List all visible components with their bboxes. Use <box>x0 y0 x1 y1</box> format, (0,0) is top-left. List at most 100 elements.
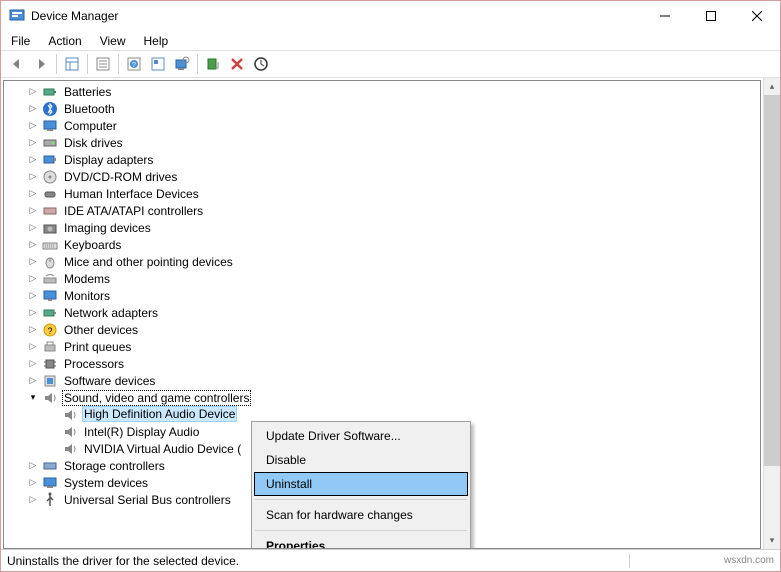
back-button[interactable] <box>5 52 29 76</box>
uninstall-button[interactable] <box>225 52 249 76</box>
expand-arrow-icon[interactable]: ▷ <box>26 221 40 235</box>
expand-arrow-icon[interactable]: ▷ <box>26 493 40 507</box>
tree-item-sound[interactable]: ▾Sound, video and game controllers <box>4 389 760 406</box>
tree-item-mice[interactable]: ▷Mice and other pointing devices <box>4 253 760 270</box>
tree-item-keyboards[interactable]: ▷Keyboards <box>4 236 760 253</box>
tree-item-disk-drives[interactable]: ▷Disk drives <box>4 134 760 151</box>
expand-arrow-icon[interactable]: ▷ <box>26 459 40 473</box>
menu-action[interactable]: Action <box>46 33 83 49</box>
toolbar-separator <box>56 54 57 74</box>
scroll-down-icon[interactable]: ▾ <box>764 532 780 549</box>
tree-item-ide[interactable]: ▷IDE ATA/ATAPI controllers <box>4 202 760 219</box>
collapse-arrow-icon[interactable]: ▾ <box>26 391 40 405</box>
menu-help[interactable]: Help <box>142 33 171 49</box>
tree-item-batteries[interactable]: ▷Batteries <box>4 83 760 100</box>
ctx-separator <box>255 530 467 531</box>
ctx-uninstall[interactable]: Uninstall <box>254 472 468 496</box>
ide-icon <box>42 203 58 219</box>
watermark: wsxdn.com <box>710 555 780 566</box>
system-icon <box>42 475 58 491</box>
spacer <box>46 408 60 422</box>
title-bar: Device Manager <box>1 1 780 31</box>
forward-button[interactable] <box>29 52 53 76</box>
maximize-button[interactable] <box>688 1 734 31</box>
expand-arrow-icon[interactable]: ▷ <box>26 289 40 303</box>
tree-item-dvd[interactable]: ▷DVD/CD-ROM drives <box>4 168 760 185</box>
spacer <box>46 425 60 439</box>
ctx-disable[interactable]: Disable <box>254 448 468 472</box>
menu-bar: File Action View Help <box>1 31 780 50</box>
expand-arrow-icon[interactable]: ▷ <box>26 357 40 371</box>
tree-item-processors[interactable]: ▷Processors <box>4 355 760 372</box>
expand-arrow-icon[interactable]: ▷ <box>26 85 40 99</box>
tree-item-hid[interactable]: ▷Human Interface Devices <box>4 185 760 202</box>
battery-icon <box>42 84 58 100</box>
expand-arrow-icon[interactable]: ▷ <box>26 204 40 218</box>
dvd-icon <box>42 169 58 185</box>
speaker-icon <box>62 424 78 440</box>
tree-item-other[interactable]: ▷?Other devices <box>4 321 760 338</box>
hid-icon <box>42 186 58 202</box>
svg-text:?: ? <box>47 326 52 336</box>
menu-view[interactable]: View <box>98 33 128 49</box>
expand-arrow-icon[interactable]: ▷ <box>26 476 40 490</box>
expand-arrow-icon[interactable]: ▷ <box>26 153 40 167</box>
tree-item-bluetooth[interactable]: ▷Bluetooth <box>4 100 760 117</box>
scroll-thumb[interactable] <box>764 95 780 466</box>
enable-button[interactable] <box>201 52 225 76</box>
spacer <box>46 442 60 456</box>
help-button[interactable]: ? <box>122 52 146 76</box>
expand-arrow-icon[interactable]: ▷ <box>26 255 40 269</box>
expand-arrow-icon[interactable]: ▷ <box>26 374 40 388</box>
tree-item-monitors[interactable]: ▷Monitors <box>4 287 760 304</box>
printer-icon <box>42 339 58 355</box>
scroll-track[interactable] <box>764 95 780 532</box>
expand-arrow-icon[interactable]: ▷ <box>26 136 40 150</box>
device-tree[interactable]: ▷Batteries ▷Bluetooth ▷Computer ▷Disk dr… <box>3 80 761 549</box>
expand-arrow-icon[interactable]: ▷ <box>26 272 40 286</box>
show-hide-tree-button[interactable] <box>60 52 84 76</box>
storage-icon <box>42 458 58 474</box>
tree-item-network[interactable]: ▷Network adapters <box>4 304 760 321</box>
toolbar-separator <box>87 54 88 74</box>
ctx-properties[interactable]: Properties <box>254 534 468 549</box>
computer-icon <box>42 118 58 134</box>
context-menu: Update Driver Software... Disable Uninst… <box>251 421 471 549</box>
toolbar-icon[interactable] <box>146 52 170 76</box>
tree-item-print-queues[interactable]: ▷Print queues <box>4 338 760 355</box>
menu-file[interactable]: File <box>9 33 32 49</box>
close-button[interactable] <box>734 1 780 31</box>
vertical-scrollbar[interactable]: ▴ ▾ <box>763 78 780 549</box>
mouse-icon <box>42 254 58 270</box>
properties-button[interactable] <box>91 52 115 76</box>
expand-arrow-icon[interactable]: ▷ <box>26 340 40 354</box>
tree-item-computer[interactable]: ▷Computer <box>4 117 760 134</box>
expand-arrow-icon[interactable]: ▷ <box>26 306 40 320</box>
expand-arrow-icon[interactable]: ▷ <box>26 170 40 184</box>
toolbar-separator <box>118 54 119 74</box>
expand-arrow-icon[interactable]: ▷ <box>26 238 40 252</box>
toolbar-separator <box>197 54 198 74</box>
display-adapter-icon <box>42 152 58 168</box>
usb-icon <box>42 492 58 508</box>
disk-icon <box>42 135 58 151</box>
ctx-scan[interactable]: Scan for hardware changes <box>254 503 468 527</box>
expand-arrow-icon[interactable]: ▷ <box>26 323 40 337</box>
ctx-update-driver[interactable]: Update Driver Software... <box>254 424 468 448</box>
status-text: Uninstalls the driver for the selected d… <box>1 554 630 568</box>
tree-item-software[interactable]: ▷Software devices <box>4 372 760 389</box>
window-title: Device Manager <box>31 9 642 23</box>
expand-arrow-icon[interactable]: ▷ <box>26 102 40 116</box>
tree-item-modems[interactable]: ▷Modems <box>4 270 760 287</box>
scroll-up-icon[interactable]: ▴ <box>764 78 780 95</box>
modem-icon <box>42 271 58 287</box>
tree-item-display-adapters[interactable]: ▷Display adapters <box>4 151 760 168</box>
speaker-icon <box>62 441 78 457</box>
update-driver-button[interactable] <box>249 52 273 76</box>
scan-hardware-button[interactable] <box>170 52 194 76</box>
expand-arrow-icon[interactable]: ▷ <box>26 119 40 133</box>
tree-item-imaging[interactable]: ▷Imaging devices <box>4 219 760 236</box>
monitor-icon <box>42 288 58 304</box>
minimize-button[interactable] <box>642 1 688 31</box>
expand-arrow-icon[interactable]: ▷ <box>26 187 40 201</box>
